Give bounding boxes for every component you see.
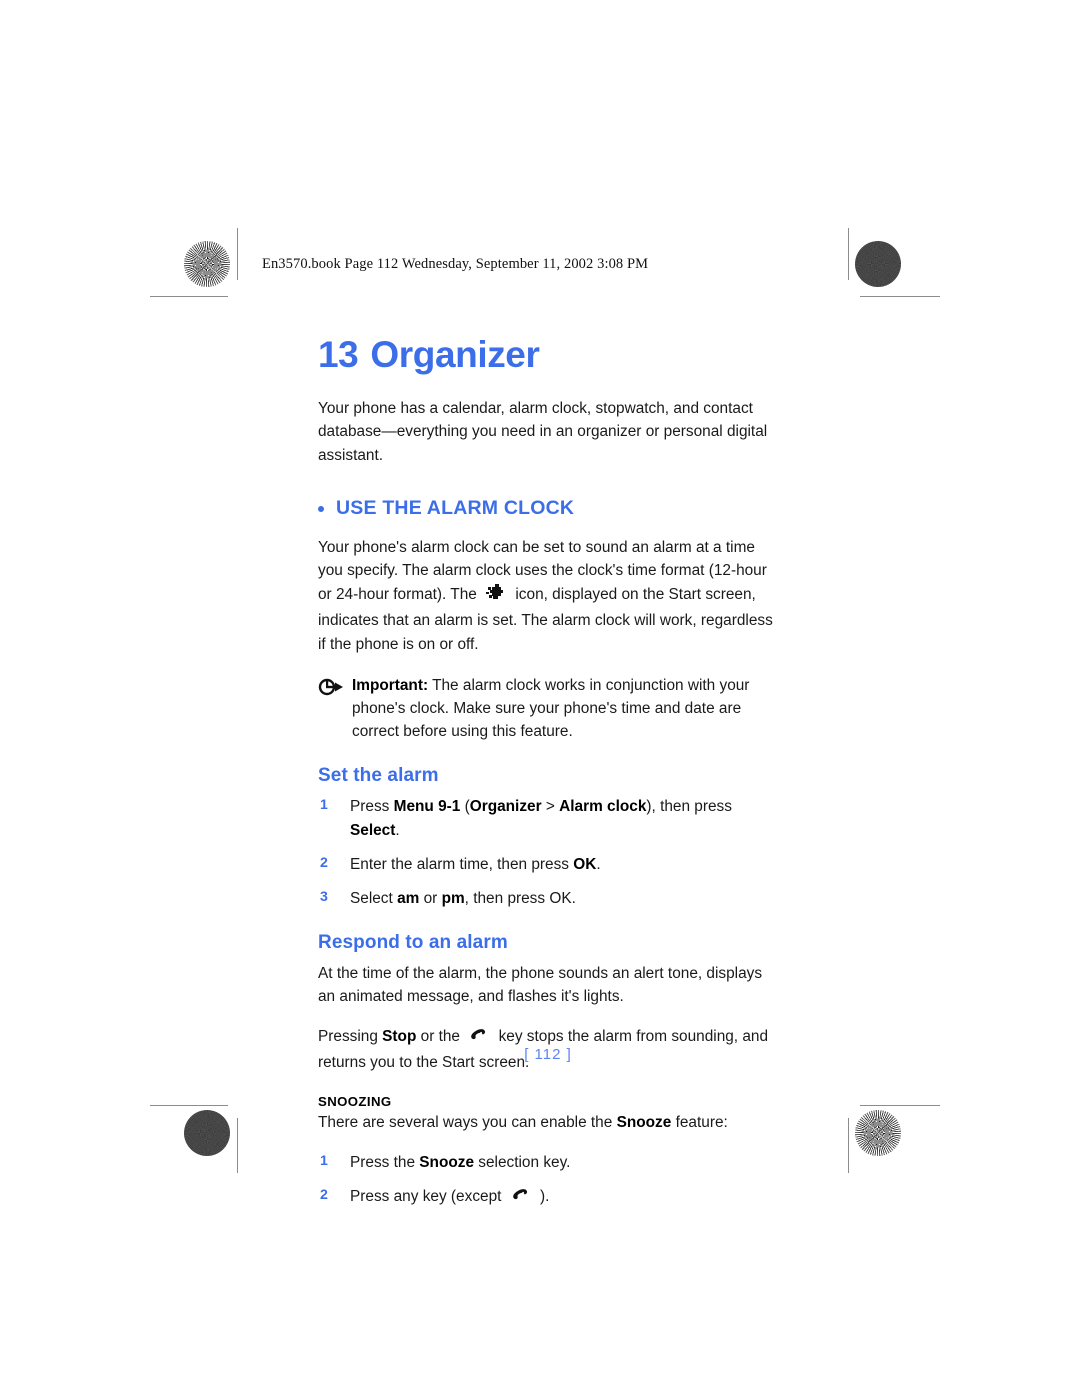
step-bold-snooze: Snooze — [419, 1153, 475, 1171]
section-heading-use-the-alarm-clock: USE THE ALARM CLOCK — [318, 497, 778, 520]
registration-mark-top-left-outer — [182, 298, 216, 332]
step-text-pre: Press any key (except — [350, 1188, 502, 1205]
page-content: 13 Organizer Your phone has a calendar, a… — [318, 334, 778, 1222]
important-note-icon — [318, 674, 352, 702]
crop-line-top-right-horizontal — [860, 296, 940, 297]
chapter-intro-paragraph: Your phone has a calendar, alarm clock, … — [318, 399, 768, 464]
crop-line-bottom-right-vertical — [848, 1118, 849, 1173]
page-title: 13 Organizer — [318, 334, 778, 375]
step-text-pre: Press the — [350, 1153, 420, 1171]
density-star-target-bottom-right — [855, 1110, 901, 1156]
respond-paragraph-2-mid: or the — [416, 1027, 460, 1045]
registration-mark-bottom-right-inner — [805, 1116, 839, 1150]
list-item: 3 Select am or pm, then press OK. — [318, 887, 778, 910]
step-number: 2 — [320, 1187, 328, 1203]
step-text-post: , then press OK. — [464, 889, 576, 907]
snoozing-intro: There are several ways you can enable th… — [318, 1111, 778, 1134]
step-bold-select: Select — [350, 821, 396, 839]
step-text-post: . — [596, 855, 601, 873]
crop-line-bottom-right-horizontal — [860, 1105, 940, 1106]
registration-mark-bottom-right-outer — [863, 1063, 897, 1097]
snoozing-bold-snooze: Snooze — [616, 1114, 672, 1132]
subheading-snoozing: SNOOZING — [318, 1094, 392, 1110]
step-bold-organizer: Organizer — [469, 798, 542, 816]
step-text-pre: Select — [350, 889, 398, 907]
registration-mark-bottom-left-inner — [267, 1116, 301, 1150]
respond-paragraph-2-pre: Pressing — [318, 1027, 383, 1045]
step-bold-pm: pm — [441, 889, 465, 907]
step-bold-alarm-clock: Alarm clock — [559, 798, 647, 816]
chapter-title-text: Organizer — [370, 334, 540, 375]
step-text-post: ). — [539, 1188, 550, 1205]
step-number: 1 — [320, 797, 328, 814]
chapter-number: 13 — [318, 334, 359, 375]
respond-bold-stop: Stop — [382, 1027, 417, 1045]
step-text-pre: Press — [350, 798, 394, 816]
registration-mark-top-right-outer — [863, 298, 897, 332]
step-number: 2 — [320, 854, 328, 871]
step-text-mid1: or — [419, 889, 442, 907]
step-bold-am: am — [397, 889, 420, 907]
subheading-respond-to-an-alarm: Respond to an alarm — [318, 931, 508, 953]
important-note-text: Important: The alarm clock works in conj… — [352, 674, 778, 743]
density-solid-target-bottom-left — [184, 1110, 230, 1156]
snoozing-intro-pre: There are several ways you can enable th… — [318, 1114, 617, 1132]
step-text-mid2: > — [541, 798, 560, 816]
snoozing-steps: 1 Press the Snooze selection key. 2 Press … — [318, 1151, 778, 1211]
page-number: [ 112 ] — [524, 1046, 572, 1063]
respond-paragraph-1: At the time of the alarm, the phone soun… — [318, 964, 763, 1006]
list-item: 2 Enter the alarm time, then press OK. — [318, 853, 778, 876]
step-text-pre: Enter the alarm time, then press — [350, 855, 574, 873]
crop-line-top-right-vertical — [848, 228, 849, 280]
step-text-post: selection key. — [474, 1153, 571, 1171]
phone-handset-icon — [511, 1188, 531, 1211]
snoozing-intro-post: feature: — [671, 1114, 728, 1132]
list-item: 1 Press Menu 9-1 (Organizer > Alarm clock… — [318, 795, 778, 841]
crop-line-top-left-horizontal — [150, 296, 228, 297]
step-bold-ok: OK — [573, 855, 597, 873]
registration-mark-mid-left — [183, 675, 217, 709]
subheading-set-the-alarm: Set the alarm — [318, 765, 439, 787]
density-star-target-top-left — [184, 241, 230, 287]
crop-line-bottom-left-vertical — [237, 1118, 238, 1173]
step-text-mid1: ( — [460, 798, 470, 816]
registration-mark-top-right-inner — [805, 246, 839, 280]
section-paragraph-alarm-clock: Your phone's alarm clock can be set to s… — [318, 536, 778, 656]
set-alarm-steps: 1 Press Menu 9-1 (Organizer > Alarm clock… — [318, 795, 778, 909]
step-text-post: . — [395, 821, 400, 839]
registration-mark-bottom-left-outer — [182, 1063, 216, 1097]
important-note-label: Important: — [352, 677, 429, 695]
registration-mark-mid-right — [863, 681, 897, 715]
step-number: 1 — [320, 1152, 328, 1169]
density-solid-target-top-right — [855, 241, 901, 287]
alarm-clock-icon — [486, 583, 506, 609]
step-number: 3 — [320, 888, 328, 905]
important-note: Important: The alarm clock works in conj… — [318, 674, 778, 743]
crop-line-top-left-vertical — [237, 228, 238, 280]
list-item: 1 Press the Snooze selection key. — [318, 1151, 778, 1174]
list-item: 2 Press any key (except ). — [318, 1185, 778, 1211]
slug-line: En3570.book Page 112 Wednesday, Septembe… — [262, 256, 649, 272]
crop-line-bottom-left-horizontal — [150, 1105, 228, 1106]
step-bold-menu: Menu 9-1 — [393, 798, 461, 816]
step-text-mid3: ), then press — [646, 798, 732, 816]
